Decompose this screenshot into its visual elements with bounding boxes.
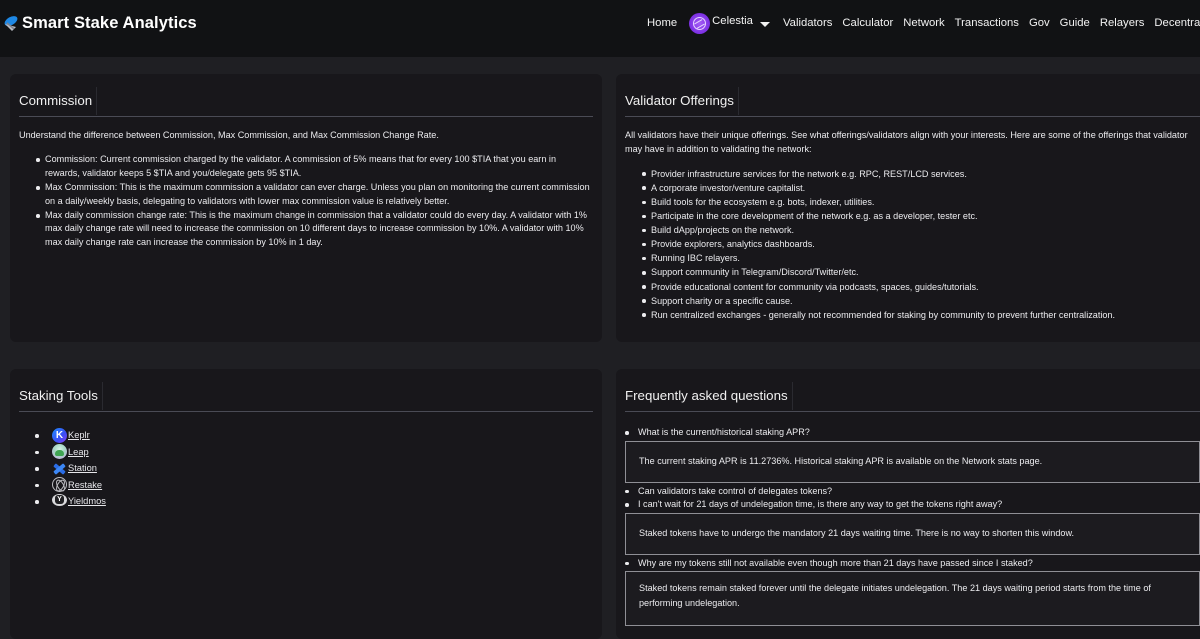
satellite-dish-icon [2, 15, 19, 32]
brand-title: Smart Stake Analytics [22, 14, 197, 32]
yieldmos-icon [52, 494, 67, 507]
station-link[interactable]: Station [68, 463, 97, 473]
faq-list: What is the current/historical staking A… [625, 426, 1200, 628]
faq-answer: Staked tokens have to undergo the mandat… [625, 512, 1200, 555]
tool-item-yieldmos: Yieldmos [35, 493, 106, 510]
list-item: Max daily commission change rate: This i… [36, 209, 593, 251]
faq-answer: The current staking APR is 11.2736%. His… [625, 440, 1200, 483]
nav-validators[interactable]: Validators [783, 17, 832, 29]
list-item: Run centralized exchanges - generally no… [642, 308, 1196, 322]
list-item: Support charity or a specific cause. [642, 294, 1196, 308]
brand[interactable]: Smart Stake Analytics [2, 14, 197, 33]
main-nav: Home Celestia Validators Calculator Netw… [647, 11, 1200, 35]
keplr-link[interactable]: Keplr [68, 430, 90, 440]
card-title: Frequently asked questions [625, 382, 793, 410]
commission-intro: Understand the difference between Commis… [19, 130, 439, 140]
commission-card: Commission Understand the difference bet… [10, 74, 602, 342]
nav-gov[interactable]: Gov [1029, 17, 1050, 29]
leap-icon [52, 444, 67, 460]
restake-icon [52, 477, 67, 493]
nav-relayers[interactable]: Relayers [1100, 17, 1145, 29]
card-header: Staking Tools [19, 382, 593, 412]
tool-item-keplr: K Keplr [35, 427, 106, 444]
offerings-intro: All validators have their unique offerin… [625, 130, 1188, 154]
faq-question[interactable]: Why are my tokens still not available ev… [625, 557, 1200, 571]
keplr-icon: K [52, 427, 67, 443]
celestia-icon [689, 12, 711, 34]
offerings-list: Provider infrastructure services for the… [625, 167, 1196, 322]
restake-link[interactable]: Restake [68, 480, 102, 490]
nav-guide[interactable]: Guide [1060, 17, 1090, 29]
card-title: Staking Tools [19, 382, 103, 410]
list-item: Provide educational content for communit… [642, 280, 1196, 294]
faq-answer: Staked tokens remain staked forever unti… [625, 571, 1200, 626]
nav-transactions[interactable]: Transactions [955, 17, 1019, 29]
list-item: Provider infrastructure services for the… [642, 167, 1196, 181]
list-item: Build dApp/projects on the network. [642, 223, 1196, 237]
list-item: Running IBC relayers. [642, 251, 1196, 265]
network-selector[interactable]: Celestia [689, 12, 770, 34]
commission-list: Commission: Current commission charged b… [19, 153, 593, 250]
list-item: Commission: Current commission charged b… [36, 153, 593, 181]
card-header: Frequently asked questions [625, 382, 1200, 412]
leap-link[interactable]: Leap [68, 447, 89, 457]
nav-calculator[interactable]: Calculator [842, 17, 893, 29]
faq-question[interactable]: I can't wait for 21 days of undelegation… [625, 498, 1200, 512]
card-title: Commission [19, 87, 98, 115]
list-item: Max Commission: This is the maximum comm… [36, 181, 593, 209]
card-header: Validator Offerings [625, 87, 1200, 117]
top-navbar: Smart Stake Analytics Home Celestia Vali… [0, 0, 1200, 57]
yieldmos-link[interactable]: Yieldmos [68, 496, 106, 506]
caret-down-icon [759, 22, 770, 27]
card-header: Commission [19, 87, 593, 117]
tool-item-restake: Restake [35, 477, 106, 494]
commission-body: Understand the difference between Commis… [19, 129, 593, 250]
staking-tools-card: Staking Tools K Keplr Leap Station Resta… [10, 369, 602, 639]
staking-tools-list: K Keplr Leap Station Restake Yieldmos [35, 427, 106, 510]
list-item: Support community in Telegram/Discord/Tw… [642, 265, 1196, 279]
card-title: Validator Offerings [625, 87, 739, 115]
list-item: A corporate investor/venture capitalist. [642, 181, 1196, 195]
nav-decentralization[interactable]: Decentralization [1154, 17, 1200, 29]
faq-question[interactable]: Can validators take control of delegates… [625, 485, 1200, 499]
tool-item-station: Station [35, 460, 106, 477]
list-item: Build tools for the ecosystem e.g. bots,… [642, 195, 1196, 209]
faq-question[interactable]: What is the current/historical staking A… [625, 426, 1200, 440]
list-item: Provide explorers, analytics dashboards. [642, 237, 1196, 251]
validator-offerings-card: Validator Offerings All validators have … [616, 74, 1200, 342]
offerings-body: All validators have their unique offerin… [625, 129, 1196, 322]
nav-home[interactable]: Home [647, 17, 677, 29]
station-icon [52, 461, 67, 476]
tool-item-leap: Leap [35, 444, 106, 461]
nav-network[interactable]: Network [903, 17, 944, 29]
faq-card: Frequently asked questions What is the c… [616, 369, 1200, 639]
list-item: Participate in the core development of t… [642, 209, 1196, 223]
network-label: Celestia [712, 15, 753, 27]
